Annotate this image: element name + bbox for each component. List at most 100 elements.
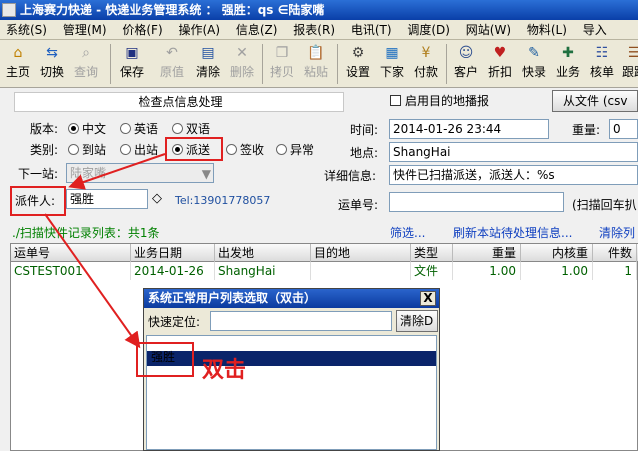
time-label: 时间:	[350, 123, 379, 137]
verify-button[interactable]: ☷ 核单	[586, 42, 618, 86]
switch-button[interactable]: ⇆ 切换	[36, 42, 68, 86]
settings-icon: ⚙	[351, 45, 365, 61]
clear-icon: ▤	[201, 45, 215, 61]
col-inner-weight[interactable]: 内核重	[521, 244, 593, 262]
verify-icon: ☷	[595, 45, 609, 61]
clear-locate-button[interactable]: 清除D	[396, 310, 438, 332]
section-title: 检查点信息处理	[14, 92, 344, 112]
radio-icon	[68, 144, 79, 155]
col-count[interactable]: 件数	[593, 244, 637, 262]
weight-field[interactable]: 0	[609, 119, 638, 139]
discount-button[interactable]: ♥ 折扣	[484, 42, 516, 86]
menu-operate[interactable]: 操作(A)	[178, 23, 220, 37]
cell-inner-weight: 1.00	[521, 262, 593, 280]
quick-entry-icon: ✎	[528, 45, 540, 61]
col-waybill[interactable]: 运单号	[11, 244, 131, 262]
enable-broadcast-checkbox[interactable]: 启用目的地播报	[390, 92, 489, 110]
menu-report[interactable]: 报表(R)	[293, 23, 335, 37]
version-label: 版本:	[30, 122, 59, 136]
menu-telecom[interactable]: 电讯(T)	[351, 23, 392, 37]
switch-icon: ⇆	[46, 45, 58, 61]
search-icon: ⌕	[82, 45, 90, 61]
scan-return-label: (扫描回车扒	[572, 198, 637, 212]
delete-button[interactable]: ✕ 删除	[226, 42, 258, 86]
clear-button[interactable]: ▤ 清除	[192, 42, 224, 86]
toolbar-separator	[446, 44, 447, 84]
from-file-button[interactable]: 从文件 (csv	[552, 90, 638, 112]
copy-icon: ❐	[275, 45, 289, 61]
category-option-sign[interactable]: 签收	[226, 141, 264, 159]
category-option-arrive[interactable]: 到站	[68, 141, 106, 159]
diamond-icon: ◇	[152, 191, 162, 206]
menu-website[interactable]: 网站(W)	[466, 23, 511, 37]
menu-import[interactable]: 导入	[583, 23, 607, 37]
courier-field[interactable]: 强胜	[66, 189, 148, 209]
version-option-chinese[interactable]: 中文	[68, 120, 106, 138]
filter-link[interactable]: 筛选...	[390, 224, 425, 242]
checkbox-icon	[390, 95, 401, 106]
waybill-label: 运单号:	[338, 198, 379, 212]
menu-dispatch[interactable]: 调度(D)	[407, 23, 450, 37]
close-button[interactable]: X	[420, 291, 436, 306]
query-button[interactable]: ⌕ 查询	[70, 42, 102, 86]
refresh-link[interactable]: 刷新本站待处理信息...	[453, 224, 572, 242]
payment-button[interactable]: ¥ 付款	[410, 42, 442, 86]
save-button[interactable]: ▣ 保存	[116, 42, 148, 86]
table-row[interactable]: CSTEST001 2014-01-26 ShangHai 文件 1.00 1.…	[11, 262, 638, 280]
radio-icon	[226, 144, 237, 155]
menu-info[interactable]: 信息(Z)	[236, 23, 278, 37]
courier-tel: Tel:13901778057	[175, 194, 271, 207]
radio-icon	[276, 144, 287, 155]
save-icon: ▣	[125, 45, 139, 61]
version-option-english[interactable]: 英语	[120, 120, 158, 138]
next-station-select[interactable]: 陆家嘴 ▼	[66, 163, 214, 183]
customer-button[interactable]: ☺ 客户	[450, 42, 482, 86]
paste-button[interactable]: 📋 粘贴	[300, 42, 332, 86]
discount-icon: ♥	[493, 45, 507, 61]
menu-system[interactable]: 系统(S)	[6, 23, 47, 37]
revert-icon: ↶	[166, 45, 178, 61]
radio-icon	[172, 123, 183, 134]
next-party-button[interactable]: ▦ 下家	[376, 42, 408, 86]
quick-entry-button[interactable]: ✎ 快录	[518, 42, 550, 86]
menu-material[interactable]: 物料(L)	[527, 23, 567, 37]
location-field[interactable]: ShangHai	[389, 142, 638, 162]
next-party-icon: ▦	[385, 45, 399, 61]
toolbar-separator	[262, 44, 263, 84]
chevron-down-icon: ▼	[201, 167, 211, 181]
clear-list-link[interactable]: 清除列	[599, 224, 635, 242]
menu-manage[interactable]: 管理(M)	[63, 23, 107, 37]
time-field[interactable]: 2014-01-26 23:44	[389, 119, 549, 139]
customer-icon: ☺	[458, 45, 474, 61]
track-button[interactable]: ☰跟踪	[618, 42, 638, 86]
menu-bar: 系统(S) 管理(M) 价格(F) 操作(A) 信息(Z) 报表(R) 电讯(T…	[0, 20, 638, 40]
copy-button[interactable]: ❐ 拷贝	[266, 42, 298, 86]
menu-price[interactable]: 价格(F)	[122, 23, 162, 37]
cell-date: 2014-01-26	[131, 262, 215, 280]
col-weight[interactable]: 重量	[453, 244, 521, 262]
cell-waybill: CSTEST001	[11, 262, 131, 280]
detail-field[interactable]: 快件已扫描派送，派送人：%s	[389, 165, 638, 185]
category-option-exception[interactable]: 异常	[276, 141, 314, 159]
payment-icon: ¥	[421, 45, 431, 61]
highlight-courier-label	[10, 186, 66, 216]
category-option-depart[interactable]: 出站	[120, 141, 158, 159]
col-type[interactable]: 类型	[411, 244, 453, 262]
waybill-field[interactable]	[389, 192, 564, 212]
quick-locate-input[interactable]	[210, 311, 392, 331]
weight-label: 重量:	[572, 123, 601, 137]
business-button[interactable]: ✚ 业务	[552, 42, 584, 86]
col-destination[interactable]: 目的地	[311, 244, 411, 262]
settings-button[interactable]: ⚙ 设置	[342, 42, 374, 86]
category-label: 类别:	[30, 143, 59, 157]
home-button[interactable]: ⌂ 主页	[2, 42, 34, 86]
window-title: 上海赛力快递 - 快递业务管理系统 ： 强胜：qs ∈陆家嘴	[20, 3, 325, 17]
col-date[interactable]: 业务日期	[131, 244, 215, 262]
radio-icon	[120, 123, 131, 134]
location-label: 地点:	[350, 146, 379, 160]
col-origin[interactable]: 出发地	[215, 244, 311, 262]
highlight-user-item	[136, 342, 194, 377]
version-option-bilingual[interactable]: 双语	[172, 120, 210, 138]
revert-button[interactable]: ↶ 原值	[156, 42, 188, 86]
paste-icon: 📋	[307, 45, 325, 61]
